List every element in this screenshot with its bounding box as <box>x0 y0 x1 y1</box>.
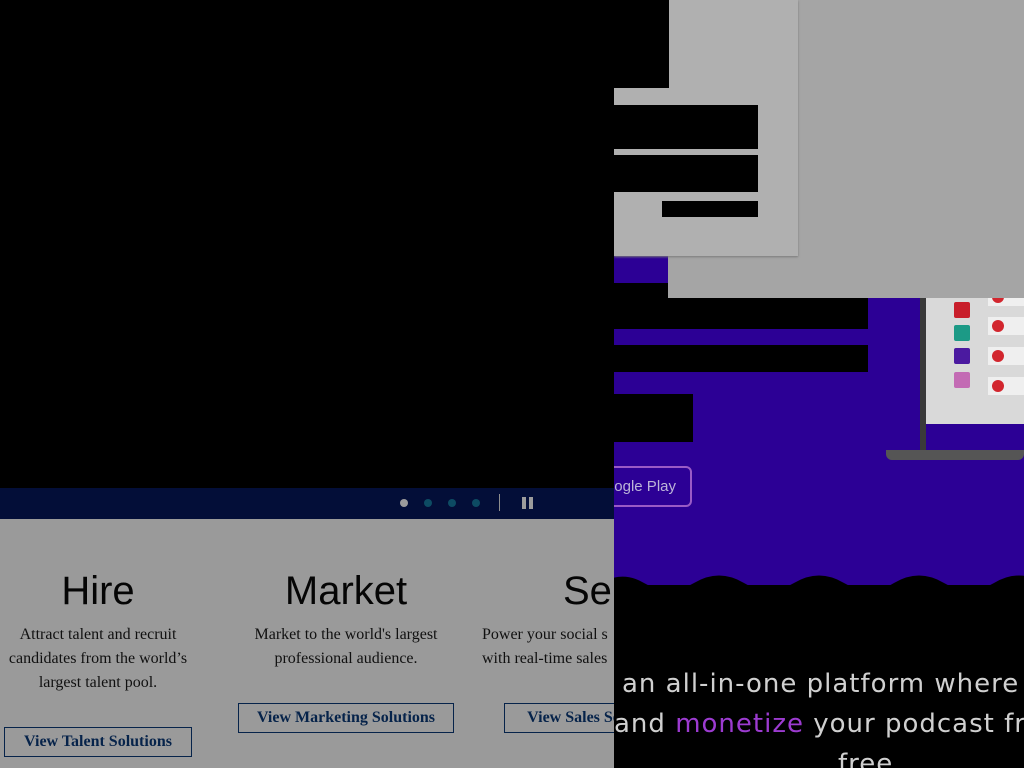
redacted-block <box>614 0 669 88</box>
pause-icon[interactable] <box>522 497 534 509</box>
hire-description: Attract talent and recruit candidates fr… <box>0 623 196 695</box>
redacted-block <box>614 155 758 192</box>
podcast-landing-page: ogle Play an all-in-one platform where a… <box>614 0 1024 768</box>
app-tile-icon <box>954 372 970 388</box>
solutions-section: Hire Attract talent and recruit candidat… <box>0 519 614 768</box>
google-play-label: ogle Play <box>614 478 676 495</box>
view-sales-solutions-button[interactable]: View Sales So <box>504 703 614 733</box>
carousel-dot-4[interactable] <box>472 499 480 507</box>
carousel-dot-1[interactable] <box>400 499 408 507</box>
laptop-base <box>886 450 1024 460</box>
redacted-block <box>614 345 868 372</box>
tagline-line-2: and monetize your podcast fr <box>614 704 1024 744</box>
view-marketing-solutions-button[interactable]: View Marketing Solutions <box>238 703 454 733</box>
description-line: Attract talent and recruit <box>19 626 177 643</box>
description-line: Power your social s <box>482 626 608 643</box>
tagline-accent: monetize <box>675 709 804 739</box>
description-line: candidates from the world’s <box>8 650 188 667</box>
market-title: Market <box>284 569 408 613</box>
tagline-line-3: free <box>838 749 894 768</box>
sell-title: Sel <box>563 569 614 613</box>
episode-row <box>988 317 1024 335</box>
episode-row <box>988 347 1024 365</box>
business-solutions-page: Hire Attract talent and recruit candidat… <box>0 0 614 768</box>
tagline-text: and <box>614 709 676 739</box>
app-tile-icon <box>954 325 970 341</box>
play-icon <box>992 350 1004 362</box>
app-tile-icon <box>954 302 970 318</box>
carousel-dot-3[interactable] <box>448 499 456 507</box>
description-line: Market to the world's largest <box>254 626 438 643</box>
carousel-divider <box>499 494 500 511</box>
redacted-block <box>662 201 758 217</box>
play-icon <box>992 380 1004 392</box>
wave-divider <box>614 575 1024 598</box>
carousel-dot-2[interactable] <box>424 499 432 507</box>
hero-video[interactable] <box>0 0 614 488</box>
description-line: largest talent pool. <box>38 674 158 691</box>
description-line: with real-time sales <box>482 650 608 667</box>
sell-description: Power your social s with real-time sales <box>482 623 608 671</box>
hire-title: Hire <box>61 569 135 613</box>
tagline-text: your podcast fr <box>803 709 1024 739</box>
market-description: Market to the world's largest profession… <box>236 623 456 671</box>
redacted-block <box>614 394 693 442</box>
redacted-block <box>614 105 758 149</box>
description-line: professional audience. <box>274 650 418 667</box>
tagline-line-1: an all-in-one platform where <box>622 669 1020 699</box>
overlay-card <box>614 0 798 256</box>
view-talent-solutions-button[interactable]: View Talent Solutions <box>4 727 192 757</box>
episode-row <box>988 377 1024 395</box>
app-tile-icon <box>954 348 970 364</box>
play-icon <box>992 320 1004 332</box>
google-play-button[interactable]: ogle Play <box>614 466 692 507</box>
redacted-block <box>614 283 668 299</box>
